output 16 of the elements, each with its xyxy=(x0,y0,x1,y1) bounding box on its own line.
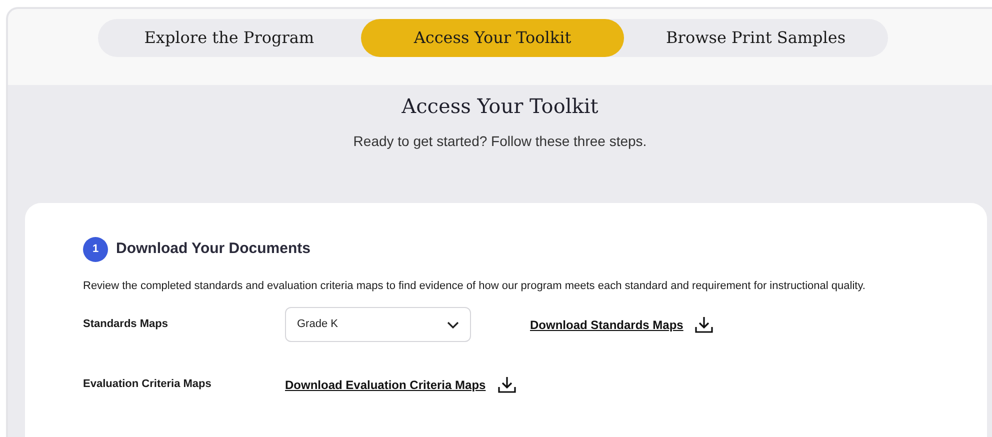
nav-tab[interactable]: Explore the Program xyxy=(98,19,361,57)
row-label: Standards Maps xyxy=(83,317,169,332)
row-label: Evaluation Criteria Maps xyxy=(83,377,212,392)
download-icon[interactable] xyxy=(695,316,714,333)
page-subheading: Ready to get started? Follow these three steps. xyxy=(353,132,647,151)
nav-tab[interactable]: Browse Print Samples xyxy=(624,19,888,57)
nav-tab[interactable]: Access Your Toolkit xyxy=(360,19,624,57)
download-link[interactable]: Download Standards Maps xyxy=(530,316,684,334)
step-number: 1 xyxy=(83,237,108,262)
page-heading: Access Your Toolkit xyxy=(402,93,598,120)
step-title: Download Your Documents xyxy=(116,239,310,260)
grade-dropdown[interactable]: Grade K xyxy=(285,307,471,342)
download-link[interactable]: Download Evaluation Criteria Maps xyxy=(285,376,486,394)
chevron-down-icon xyxy=(447,320,459,328)
step-description: Review the completed standards and evaluation criteria maps to find evidence of how our program meets each standard and requirement for instructional quality. xyxy=(83,279,866,294)
download-icon[interactable] xyxy=(498,376,516,393)
